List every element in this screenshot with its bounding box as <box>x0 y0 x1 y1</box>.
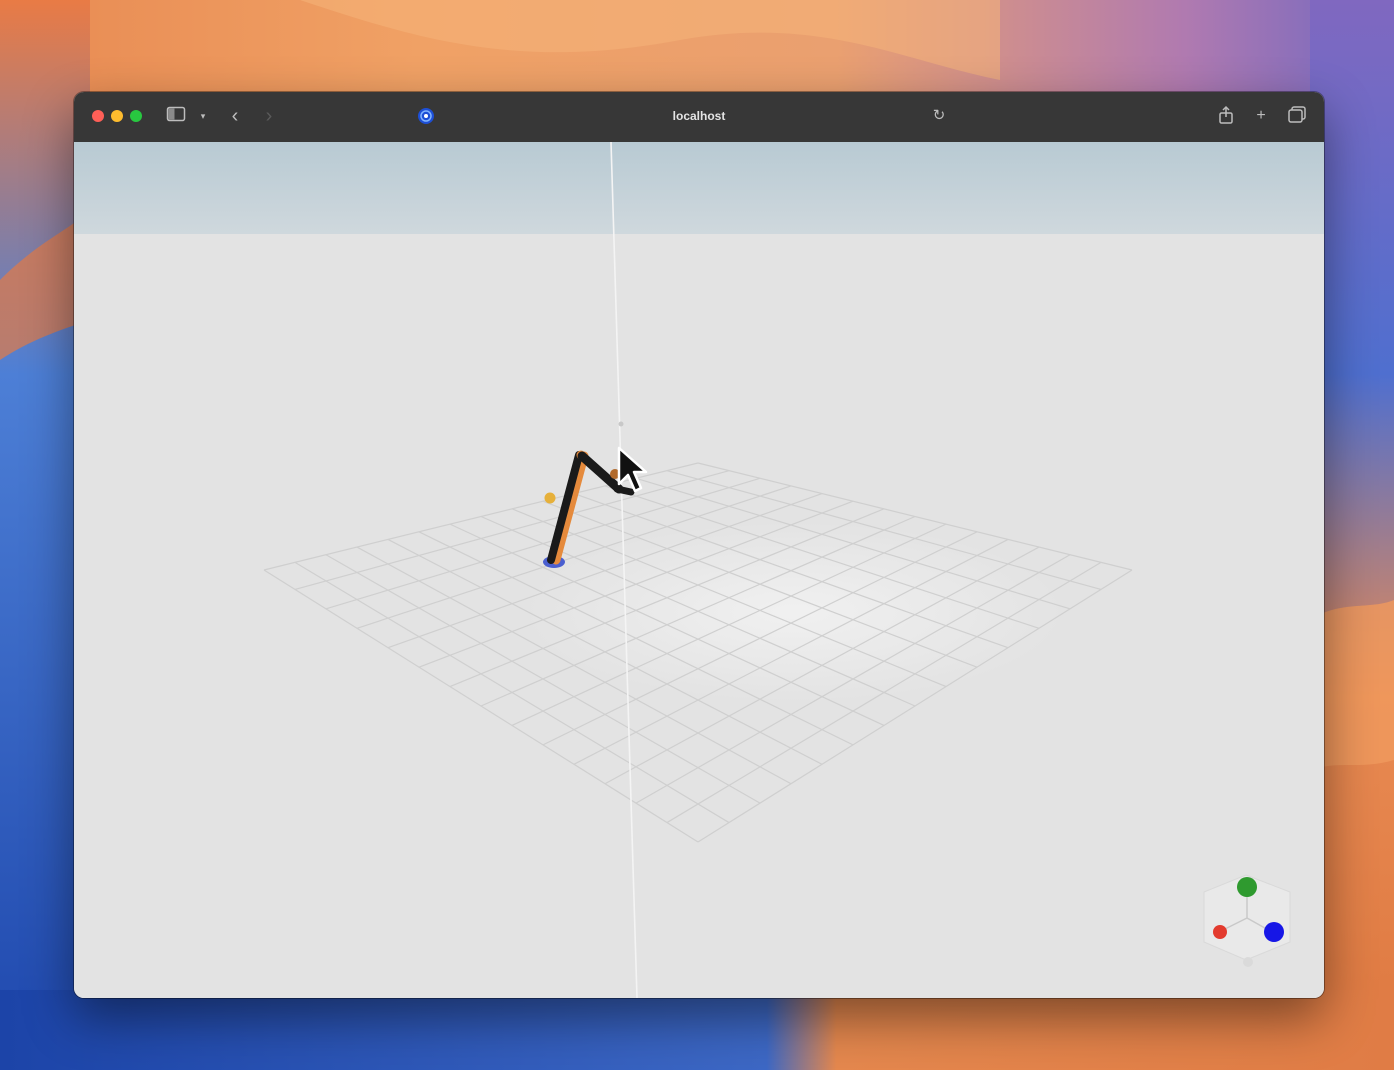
share-icon[interactable] <box>1216 105 1236 125</box>
gizmo-y-axis-ball <box>1237 877 1257 897</box>
maximize-window-button[interactable] <box>130 110 142 122</box>
gizmo-z-axis-ball <box>1264 922 1284 942</box>
axis-marker <box>618 421 624 427</box>
close-window-button[interactable] <box>92 110 104 122</box>
3d-viewport-canvas[interactable] <box>74 142 1324 998</box>
sky-background <box>74 142 1324 234</box>
compass-icon <box>416 106 436 126</box>
floor-highlight <box>524 522 1064 702</box>
gizmo-x-axis-ball <box>1213 925 1227 939</box>
address-bar[interactable]: localhost <box>599 108 799 124</box>
gizmo-negative-ball <box>1243 957 1253 967</box>
plus-icon[interactable]: + <box>1251 106 1271 126</box>
sidebar-toggle-icon[interactable] <box>166 106 186 126</box>
chevron-down-icon[interactable]: ▾ <box>198 106 208 126</box>
chevron-right-icon[interactable]: › <box>260 106 278 126</box>
minimize-window-button[interactable] <box>111 110 123 122</box>
browser-toolbar: ▾ ‹ › localhost ↻ + <box>74 92 1324 143</box>
chevron-left-icon[interactable]: ‹ <box>226 106 244 126</box>
browser-window: ▾ ‹ › localhost ↻ + <box>74 92 1324 998</box>
target-marker <box>544 492 556 504</box>
reload-icon[interactable]: ↻ <box>930 106 948 126</box>
tabs-overview-icon[interactable] <box>1286 105 1308 125</box>
robot-end-effector <box>613 485 635 496</box>
